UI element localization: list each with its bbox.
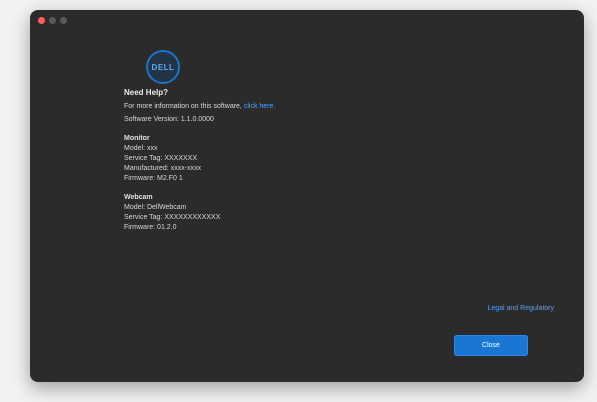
close-button[interactable]: Close (454, 335, 528, 356)
window-maximize-icon[interactable] (60, 17, 67, 24)
monitor-title: Monitor (124, 135, 150, 142)
monitor-model: Model: xxx (124, 145, 158, 152)
about-dialog-window: DELL Need Help? For more information on … (30, 10, 584, 382)
webcam-title: Webcam (124, 194, 153, 201)
window-close-icon[interactable] (38, 17, 45, 24)
help-text: For more information on this software, (124, 103, 242, 110)
about-content: Need Help? For more information on this … (124, 88, 504, 233)
help-heading: Need Help? (124, 88, 169, 97)
dell-logo: DELL (146, 50, 180, 84)
software-version: Software Version: 1.1.0.0000 (124, 116, 214, 123)
webcam-section: Webcam Model: DellWebcam Service Tag: XX… (124, 193, 504, 232)
legal-link[interactable]: Legal and Regulatory (487, 305, 554, 312)
monitor-firmware: Firmware: M2.F0 1 (124, 175, 183, 182)
webcam-service-tag: Service Tag: XXXXXXXXXXXX (124, 214, 221, 221)
monitor-section: Monitor Model: xxx Service Tag: XXXXXXX … (124, 134, 504, 183)
help-link[interactable]: click here. (244, 103, 276, 110)
monitor-service-tag: Service Tag: XXXXXXX (124, 155, 198, 162)
webcam-firmware: Firmware: 01.2.0 (124, 224, 177, 231)
dell-logo-text: DELL (151, 62, 175, 72)
title-bar (30, 10, 584, 32)
window-minimize-icon[interactable] (49, 17, 56, 24)
webcam-model: Model: DellWebcam (124, 204, 187, 211)
help-text-line: For more information on this software, c… (124, 102, 504, 111)
monitor-manufactured: Manufactured: xxxx-xxxx (124, 165, 202, 172)
